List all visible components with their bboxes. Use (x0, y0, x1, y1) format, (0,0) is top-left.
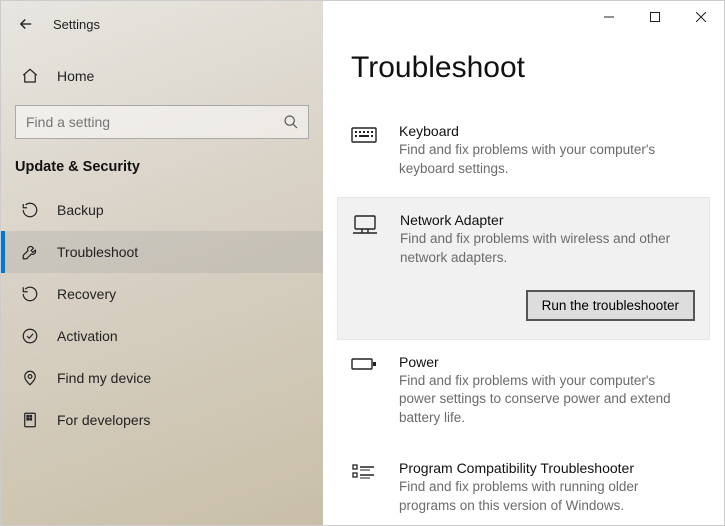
troubleshooter-network-adapter[interactable]: Network Adapter Find and fix problems wi… (337, 197, 710, 340)
item-title: Keyboard (399, 123, 690, 141)
for-developers-icon (21, 411, 39, 429)
nav-label: Recovery (57, 286, 116, 302)
power-icon (351, 354, 381, 429)
troubleshooter-keyboard[interactable]: Keyboard Find and fix problems with your… (351, 109, 696, 197)
home-icon (21, 67, 39, 85)
item-title: Network Adapter (400, 212, 695, 230)
troubleshooter-program-compatibility[interactable]: Program Compatibility Troubleshooter Fin… (351, 446, 696, 525)
maximize-button[interactable] (632, 1, 678, 33)
item-desc: Find and fix problems with wireless and … (400, 230, 695, 268)
search-icon[interactable] (283, 114, 299, 130)
content-pane: Troubleshoot Keyboard Find and fix probl… (323, 1, 724, 525)
nav-item-recovery[interactable]: Recovery (1, 273, 323, 315)
minimize-button[interactable] (586, 1, 632, 33)
run-troubleshooter-button[interactable]: Run the troubleshooter (526, 290, 695, 321)
search-input[interactable] (15, 105, 309, 139)
sidebar: Settings Home Update & Security Backup T… (1, 1, 323, 525)
activation-icon (21, 327, 39, 345)
item-body: Program Compatibility Troubleshooter Fin… (399, 460, 690, 516)
app-title: Settings (53, 17, 100, 32)
item-title: Power (399, 354, 690, 372)
nav-item-backup[interactable]: Backup (1, 189, 323, 231)
nav-item-activation[interactable]: Activation (1, 315, 323, 357)
item-desc: Find and fix problems with your computer… (399, 372, 690, 429)
recovery-icon (21, 285, 39, 303)
backup-icon (21, 201, 39, 219)
sidebar-header: Settings (1, 1, 323, 43)
back-icon[interactable] (17, 15, 35, 33)
nav-label: Troubleshoot (57, 244, 138, 260)
troubleshooter-power[interactable]: Power Find and fix problems with your co… (351, 340, 696, 447)
page-title: Troubleshoot (323, 33, 724, 109)
run-button-row: Run the troubleshooter (400, 290, 695, 321)
search-box (15, 105, 309, 139)
troubleshoot-icon (21, 243, 39, 261)
nav-item-troubleshoot[interactable]: Troubleshoot (1, 231, 323, 273)
keyboard-icon (351, 123, 381, 179)
item-body: Network Adapter Find and fix problems wi… (400, 212, 695, 321)
network-adapter-icon (352, 212, 382, 321)
nav-label: Activation (57, 328, 118, 344)
troubleshooter-list: Keyboard Find and fix problems with your… (323, 109, 724, 525)
nav-item-for-developers[interactable]: For developers (1, 399, 323, 441)
nav-home[interactable]: Home (1, 57, 323, 95)
item-desc: Find and fix problems with your computer… (399, 141, 690, 179)
item-desc: Find and fix problems with running older… (399, 478, 690, 516)
nav-label: Backup (57, 202, 104, 218)
home-label: Home (57, 68, 94, 84)
nav-label: Find my device (57, 370, 151, 386)
nav-item-find-my-device[interactable]: Find my device (1, 357, 323, 399)
item-body: Power Find and fix problems with your co… (399, 354, 690, 429)
item-title: Program Compatibility Troubleshooter (399, 460, 690, 478)
section-title: Update & Security (1, 157, 323, 189)
item-body: Keyboard Find and fix problems with your… (399, 123, 690, 179)
program-compatibility-icon (351, 460, 381, 516)
nav-label: For developers (57, 412, 150, 428)
find-my-device-icon (21, 369, 39, 387)
close-button[interactable] (678, 1, 724, 33)
titlebar (323, 1, 724, 33)
